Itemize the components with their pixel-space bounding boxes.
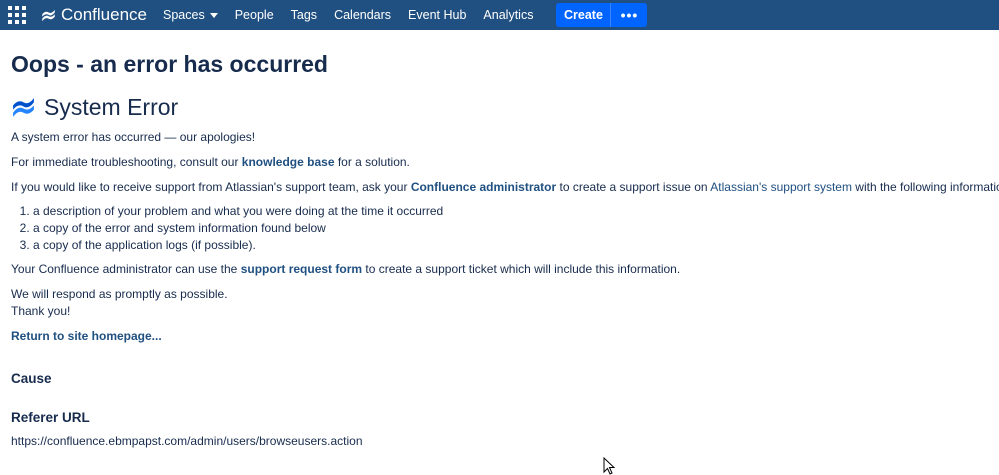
confluence-logo-icon (13, 97, 34, 117)
support-text: If you would like to receive support fro… (11, 179, 999, 196)
support-mid: to create a support issue on (556, 180, 711, 194)
confluence-logo-icon (42, 9, 55, 21)
support-pre: If you would like to receive support fro… (11, 180, 411, 194)
respond-text: We will respond as promptly as possible. (11, 287, 228, 301)
system-error-heading: System Error (11, 93, 999, 121)
knowledge-base-link[interactable]: knowledge base (242, 155, 335, 169)
referer-url-value: https://confluence.ebmpapst.com/admin/us… (11, 434, 363, 448)
atlassian-support-system-link[interactable]: Atlassian's support system (710, 180, 852, 194)
create-button[interactable]: Create (556, 3, 611, 27)
support-post: with the following information: (851, 180, 999, 194)
troubleshooting-text: For immediate troubleshooting, consult o… (11, 154, 999, 171)
nav-analytics[interactable]: Analytics (483, 8, 533, 22)
troubleshooting-post: for a solution. (334, 155, 410, 169)
main-nav: Spaces People Tags Calendars Event Hub A… (163, 8, 550, 22)
return-homepage-link[interactable]: Return to site homepage... (11, 329, 162, 343)
referer-url-heading: Referer URL (11, 410, 90, 425)
more-options-button[interactable]: ••• (610, 3, 648, 27)
admin-post: to create a support ticket which will in… (362, 262, 681, 276)
thank-you-text: Thank you! (11, 304, 71, 318)
page-title: Oops - an error has occurred (11, 51, 328, 77)
confluence-administrator-link[interactable]: Confluence administrator (411, 180, 556, 194)
support-request-form-link[interactable]: support request form (241, 262, 362, 276)
nav-spaces-label: Spaces (163, 8, 205, 22)
confluence-logo-link[interactable]: Confluence (41, 5, 147, 25)
system-error-title: System Error (44, 94, 179, 120)
list-item: a copy of the application logs (if possi… (33, 237, 999, 254)
info-list: a description of your problem and what y… (11, 203, 999, 254)
apology-text: A system error has occurred — our apolog… (11, 130, 256, 144)
troubleshooting-pre: For immediate troubleshooting, consult o… (11, 155, 242, 169)
top-navigation-bar: Confluence Spaces People Tags Calendars … (0, 0, 999, 30)
admin-pre: Your Confluence administrator can use th… (11, 262, 241, 276)
nav-calendars[interactable]: Calendars (334, 8, 391, 22)
brand-name: Confluence (61, 5, 148, 24)
cause-heading: Cause (11, 371, 52, 386)
admin-text: Your Confluence administrator can use th… (11, 261, 999, 278)
nav-spaces[interactable]: Spaces (163, 8, 218, 22)
mouse-cursor-icon (603, 457, 615, 475)
nav-event-hub[interactable]: Event Hub (408, 8, 466, 22)
chevron-down-icon (209, 13, 218, 18)
app-switcher-icon[interactable] (8, 6, 26, 24)
nav-tags[interactable]: Tags (291, 8, 317, 22)
list-item: a copy of the error and system informati… (33, 220, 999, 237)
main-content: Oops - an error has occurred System Erro… (11, 50, 999, 450)
list-item: a description of your problem and what y… (33, 203, 999, 220)
nav-people[interactable]: People (235, 8, 274, 22)
